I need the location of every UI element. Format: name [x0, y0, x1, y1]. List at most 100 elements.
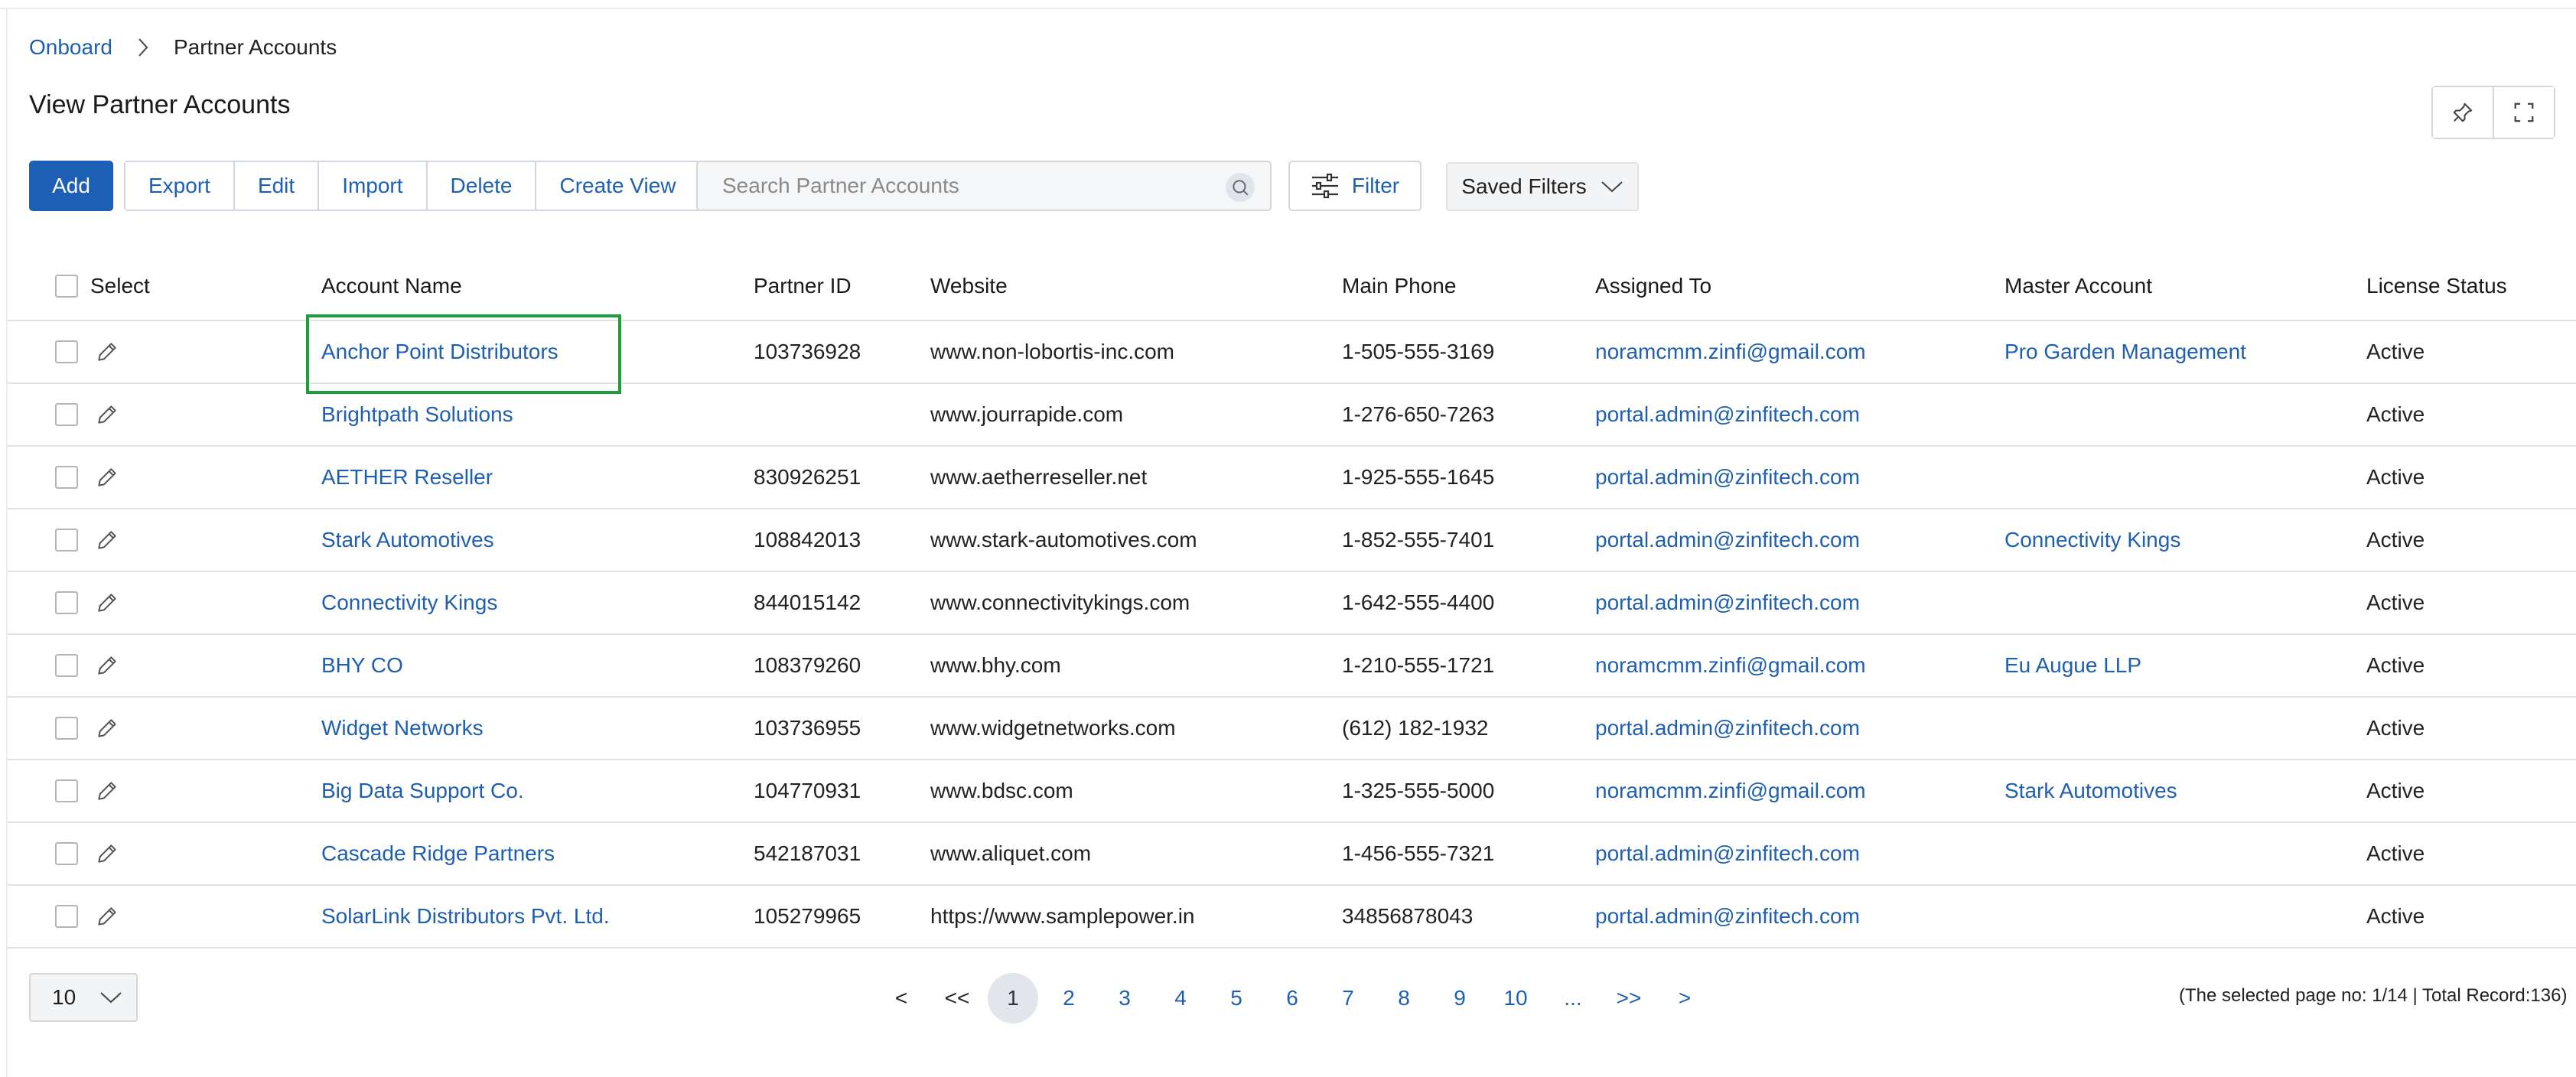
column-header-select: Select: [90, 274, 150, 298]
pagination-page-7[interactable]: 7: [1323, 973, 1373, 1023]
edit-pencil-icon[interactable]: [95, 886, 119, 947]
add-button[interactable]: Add: [29, 161, 113, 211]
search-icon[interactable]: [1226, 173, 1255, 202]
column-header-website[interactable]: Website: [930, 252, 1008, 320]
delete-button[interactable]: Delete: [425, 162, 536, 210]
column-header-main-phone[interactable]: Main Phone: [1342, 252, 1456, 320]
row-checkbox[interactable]: [55, 698, 78, 759]
pagination-page-9[interactable]: 9: [1435, 973, 1485, 1023]
cell-master-account[interactable]: Connectivity Kings: [2004, 509, 2180, 571]
edit-pencil-icon[interactable]: [95, 635, 119, 696]
cell-account-name[interactable]: Big Data Support Co.: [321, 760, 524, 822]
pagination-page-10[interactable]: 10: [1490, 973, 1541, 1023]
cell-main-phone: 1-325-555-5000: [1342, 779, 1495, 802]
cell-master-account[interactable]: Eu Augue LLP: [2004, 635, 2141, 696]
edit-pencil-icon[interactable]: [95, 447, 119, 508]
column-header-license-status[interactable]: License Status: [2366, 252, 2507, 320]
cell-account-name[interactable]: BHY CO: [321, 635, 403, 696]
column-header-account-name[interactable]: Account Name: [321, 252, 462, 320]
edit-pencil-icon[interactable]: [95, 760, 119, 822]
cell-assigned-to[interactable]: noramcmm.zinfi@gmail.com: [1595, 321, 1866, 382]
cell-assigned-to[interactable]: noramcmm.zinfi@gmail.com: [1595, 760, 1866, 822]
row-checkbox[interactable]: [55, 823, 78, 884]
row-checkbox[interactable]: [55, 572, 78, 633]
cell-master-account[interactable]: Stark Automotives: [2004, 760, 2177, 822]
cell-assigned-to[interactable]: portal.admin@zinfitech.com: [1595, 572, 1860, 633]
cell-website: www.bdsc.com: [930, 779, 1073, 802]
pagination-page-1[interactable]: 1: [988, 973, 1038, 1023]
pagination-last[interactable]: >>: [1604, 973, 1654, 1023]
edit-pencil-icon[interactable]: [95, 321, 119, 382]
cell-account-name[interactable]: SolarLink Distributors Pvt. Ltd.: [321, 886, 610, 947]
row-checkbox[interactable]: [55, 886, 78, 947]
edit-pencil-icon[interactable]: [95, 698, 119, 759]
cell-account-name[interactable]: AETHER Reseller: [321, 447, 493, 508]
pagination-page-2[interactable]: 2: [1044, 973, 1094, 1023]
pagination-page-5[interactable]: 5: [1211, 973, 1262, 1023]
cell-master-account[interactable]: Pro Garden Management: [2004, 321, 2246, 382]
row-checkbox[interactable]: [55, 760, 78, 822]
row-checkbox[interactable]: [55, 384, 78, 445]
partner-accounts-table: Select Account Name Partner ID Website M…: [8, 252, 2576, 948]
pin-button[interactable]: [2433, 87, 2493, 138]
cell-license-status: Active: [2366, 528, 2425, 552]
breadcrumb-onboard-link[interactable]: Onboard: [29, 35, 112, 60]
edit-pencil-icon[interactable]: [95, 384, 119, 445]
edit-pencil-icon[interactable]: [95, 509, 119, 571]
filter-button[interactable]: Filter: [1288, 161, 1422, 211]
cell-account-name[interactable]: Cascade Ridge Partners: [321, 823, 555, 884]
export-button[interactable]: Export: [125, 162, 233, 210]
select-all-checkbox[interactable]: [55, 252, 78, 320]
fullscreen-button[interactable]: [2493, 87, 2554, 138]
column-header-master-account[interactable]: Master Account: [2004, 252, 2152, 320]
pagination-page-3[interactable]: 3: [1099, 973, 1150, 1023]
pagination-first[interactable]: <<: [932, 973, 982, 1023]
search-input[interactable]: [721, 173, 1198, 199]
pagination-next[interactable]: >: [1659, 973, 1710, 1023]
cell-account-name[interactable]: Brightpath Solutions: [321, 384, 513, 445]
pagination-page-6[interactable]: 6: [1267, 973, 1317, 1023]
action-button-group: Export Edit Import Delete Create View: [124, 161, 701, 211]
table-row: Anchor Point Distributors 103736928 www.no…: [8, 321, 2576, 384]
cell-assigned-to[interactable]: portal.admin@zinfitech.com: [1595, 698, 1860, 759]
table-row: Stark Automotives 108842013 www.stark-auto…: [8, 509, 2576, 572]
pagination-page-8[interactable]: 8: [1379, 973, 1429, 1023]
cell-main-phone: 1-276-650-7263: [1342, 402, 1495, 426]
column-header-partner-id[interactable]: Partner ID: [754, 252, 852, 320]
cell-license-status: Active: [2366, 904, 2425, 928]
saved-filters-dropdown[interactable]: Saved Filters: [1446, 162, 1639, 211]
pagination-ellipsis[interactable]: ...: [1548, 973, 1598, 1023]
pagination-prev[interactable]: <: [876, 973, 927, 1023]
cell-assigned-to[interactable]: portal.admin@zinfitech.com: [1595, 886, 1860, 947]
pagination-page-4[interactable]: 4: [1155, 973, 1206, 1023]
cell-assigned-to[interactable]: noramcmm.zinfi@gmail.com: [1595, 635, 1866, 696]
cell-assigned-to[interactable]: portal.admin@zinfitech.com: [1595, 509, 1860, 571]
edit-pencil-icon[interactable]: [95, 823, 119, 884]
table-row: SolarLink Distributors Pvt. Ltd. 10527996…: [8, 886, 2576, 948]
row-checkbox[interactable]: [55, 635, 78, 696]
cell-license-status: Active: [2366, 653, 2425, 677]
column-header-assigned-to[interactable]: Assigned To: [1595, 252, 1711, 320]
import-button[interactable]: Import: [318, 162, 426, 210]
record-info: (The selected page no: 1/14 | Total Reco…: [2179, 985, 2568, 1006]
page-size-select[interactable]: 10: [29, 973, 138, 1022]
chevron-down-icon: [1601, 181, 1623, 193]
edit-pencil-icon[interactable]: [95, 572, 119, 633]
cell-account-name[interactable]: Anchor Point Distributors: [321, 321, 559, 382]
cell-assigned-to[interactable]: portal.admin@zinfitech.com: [1595, 447, 1860, 508]
cell-main-phone: 1-505-555-3169: [1342, 340, 1495, 363]
cell-license-status: Active: [2366, 591, 2425, 614]
cell-license-status: Active: [2366, 716, 2425, 740]
create-view-button[interactable]: Create View: [535, 162, 699, 210]
cell-account-name[interactable]: Connectivity Kings: [321, 572, 497, 633]
cell-partner-id: 108842013: [754, 528, 861, 552]
cell-account-name[interactable]: Widget Networks: [321, 698, 484, 759]
cell-assigned-to[interactable]: portal.admin@zinfitech.com: [1595, 823, 1860, 884]
row-checkbox[interactable]: [55, 509, 78, 571]
cell-account-name[interactable]: Stark Automotives: [321, 509, 494, 571]
row-checkbox[interactable]: [55, 447, 78, 508]
row-checkbox[interactable]: [55, 321, 78, 382]
edit-button[interactable]: Edit: [233, 162, 318, 210]
cell-assigned-to[interactable]: portal.admin@zinfitech.com: [1595, 384, 1860, 445]
breadcrumb: Onboard Partner Accounts: [29, 29, 337, 66]
